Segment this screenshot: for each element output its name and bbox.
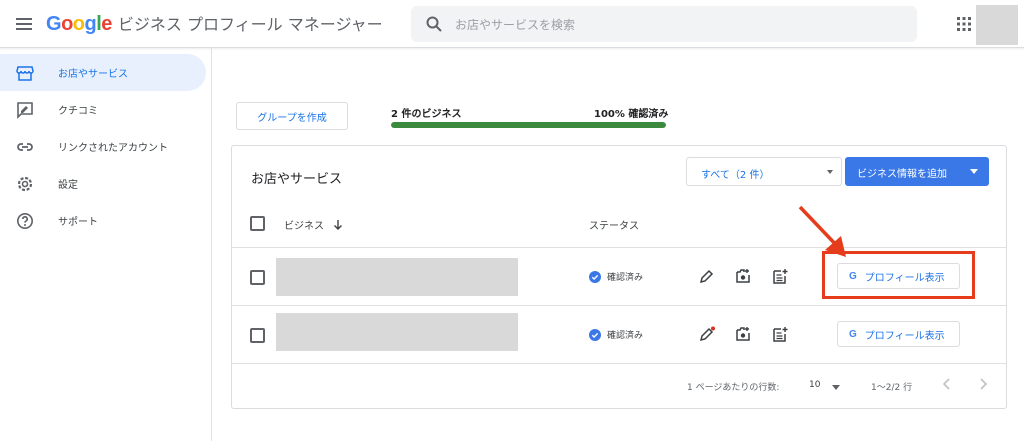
- chevron-down-icon[interactable]: [832, 385, 840, 390]
- business-name-redacted[interactable]: [276, 313, 518, 351]
- sidebar-item-label: 設定: [58, 180, 78, 191]
- search-bar[interactable]: お店やサービスを検索: [411, 6, 917, 42]
- divider: [232, 305, 1006, 306]
- column-header-business[interactable]: ビジネス: [284, 217, 324, 232]
- business-count: 2 件のビジネス: [391, 109, 462, 120]
- view-profile-button[interactable]: G プロフィール表示: [837, 321, 960, 347]
- sidebar-item-label: クチコミ: [58, 106, 98, 117]
- sidebar-item-label: お店やサービス: [58, 69, 128, 80]
- sidebar-item-label: リンクされたアカウント: [58, 143, 168, 154]
- next-page-icon[interactable]: [975, 376, 991, 392]
- sidebar-item-support[interactable]: サポート: [0, 202, 206, 239]
- row-checkbox[interactable]: [250, 328, 265, 343]
- previous-page-icon[interactable]: [939, 376, 955, 392]
- search-input[interactable]: お店やサービスを検索: [455, 16, 575, 33]
- annotation-highlight-box: [822, 251, 975, 299]
- top-bar: Google ビジネス プロフィール マネージャー お店やサービスを検索: [0, 0, 1024, 48]
- rows-per-page-label: 1 ページあたりの行数:: [687, 383, 780, 393]
- sidebar-item-linked-accounts[interactable]: リンクされたアカウント: [0, 128, 206, 165]
- filter-dropdown-value: すべて（2 件）: [701, 170, 770, 181]
- card-title: お店やサービス: [251, 172, 343, 187]
- status-badge: 確認済み: [589, 270, 643, 283]
- help-icon: [17, 212, 33, 229]
- create-group-button[interactable]: グループを作成: [236, 102, 348, 130]
- verification-progress-fill: [391, 122, 666, 128]
- divider: [232, 247, 1006, 248]
- rows-per-page-select[interactable]: 10: [809, 380, 820, 390]
- chevron-down-icon: [827, 170, 833, 174]
- status-badge: 確認済み: [589, 328, 643, 341]
- pagination-range: 1〜2/2 行: [871, 383, 913, 393]
- add-business-label: ビジネス情報を追加: [857, 169, 947, 180]
- column-header-status: ステータス: [589, 221, 639, 232]
- sidebar-item-label: サポート: [58, 217, 98, 228]
- edit-pencil-alert-icon[interactable]: [699, 326, 715, 342]
- row-checkbox[interactable]: [250, 270, 265, 285]
- filter-dropdown[interactable]: すべて（2 件）: [686, 157, 842, 186]
- hamburger-menu-icon[interactable]: [14, 14, 34, 34]
- review-icon: [17, 101, 33, 119]
- status-text: 確認済み: [607, 273, 644, 283]
- sidebar: お店やサービス クチコミ リンクされたアカウント 設定 サポート: [0, 48, 212, 441]
- avatar[interactable]: [976, 5, 1018, 45]
- sidebar-item-reviews[interactable]: クチコミ: [0, 91, 206, 128]
- business-name-redacted[interactable]: [276, 258, 518, 296]
- app-title: ビジネス プロフィール マネージャー: [117, 15, 383, 34]
- logo-letter: g: [84, 13, 97, 35]
- google-g-icon: G: [849, 328, 857, 340]
- add-photo-icon[interactable]: [735, 326, 751, 342]
- logo-letter: e: [101, 13, 112, 35]
- add-photo-icon[interactable]: [735, 268, 751, 284]
- link-icon: [17, 142, 33, 151]
- verification-progress-bar: [391, 122, 666, 128]
- add-business-button[interactable]: ビジネス情報を追加: [845, 157, 989, 186]
- search-icon: [426, 16, 442, 32]
- sidebar-item-locations[interactable]: お店やサービス: [0, 54, 206, 91]
- logo-letter: o: [72, 13, 85, 35]
- status-text: 確認済み: [607, 331, 644, 341]
- sidebar-item-settings[interactable]: 設定: [0, 165, 206, 202]
- edit-pencil-icon[interactable]: [699, 268, 715, 284]
- caret-down-icon: [970, 169, 978, 174]
- add-post-icon[interactable]: [772, 326, 788, 342]
- verified-percent: 100% 確認済み: [594, 109, 669, 120]
- sort-arrow-down-icon[interactable]: [333, 219, 343, 231]
- logo-letter: G: [46, 13, 62, 35]
- add-post-icon[interactable]: [772, 268, 788, 284]
- verified-check-icon: [589, 328, 601, 341]
- divider: [232, 363, 1006, 364]
- gear-icon: [17, 176, 33, 191]
- verified-check-icon: [589, 270, 601, 283]
- apps-grid-icon[interactable]: [957, 17, 971, 31]
- view-profile-label: プロフィール表示: [864, 330, 945, 342]
- select-all-checkbox[interactable]: [250, 216, 265, 231]
- logo-letter: o: [61, 13, 73, 35]
- storefront-icon: [16, 65, 34, 81]
- app-brand[interactable]: Google ビジネス プロフィール マネージャー: [46, 11, 383, 36]
- google-logo: Google: [46, 13, 112, 36]
